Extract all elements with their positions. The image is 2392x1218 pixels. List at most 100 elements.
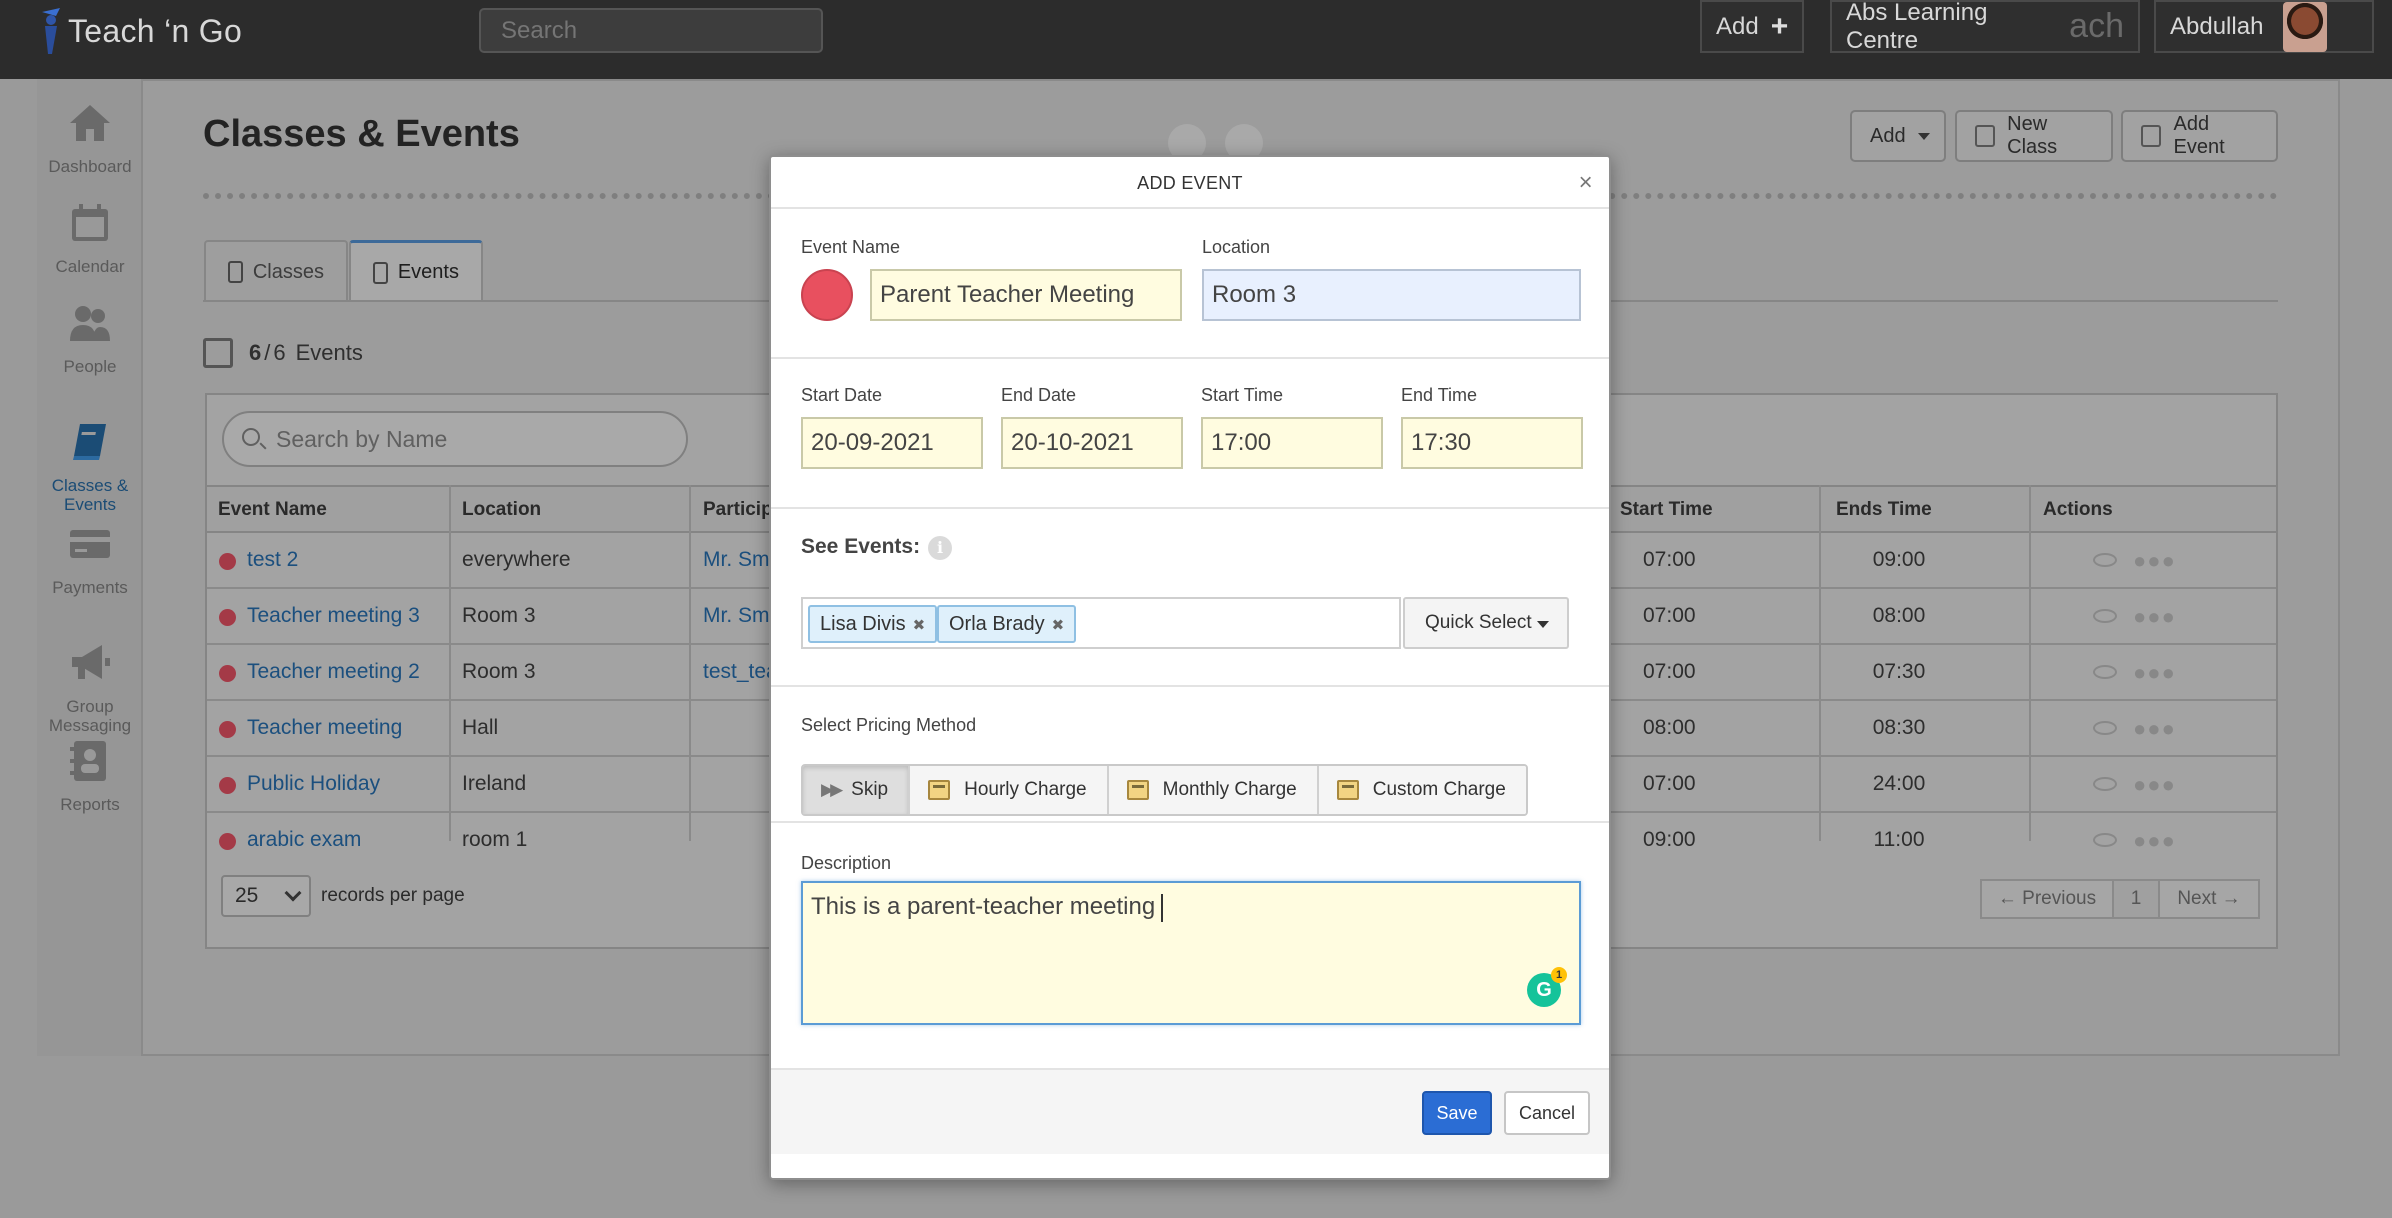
grammarly-icon[interactable]: G 1: [1527, 967, 1567, 1007]
col-event-name[interactable]: Event Name: [218, 487, 327, 533]
event-name-link[interactable]: Teacher meeting 2: [247, 645, 420, 699]
dialog-footer: Save Cancel: [771, 1068, 1609, 1154]
event-name-link[interactable]: arabic exam: [247, 813, 361, 867]
eye-icon[interactable]: [2093, 609, 2117, 623]
participant-tag-label: Orla Brady: [949, 613, 1045, 635]
pricing-custom-button[interactable]: Custom Charge: [1318, 766, 1526, 814]
megaphone-icon: [72, 645, 110, 679]
more-icon[interactable]: ●●●: [2133, 548, 2176, 574]
participants-tag-input[interactable]: Lisa Divis ✖ Orla Brady ✖: [801, 597, 1401, 649]
participant-tag: Lisa Divis ✖: [808, 605, 938, 643]
info-icon[interactable]: i: [928, 536, 952, 560]
description-textarea[interactable]: This is a parent-teacher meeting G 1: [801, 881, 1581, 1025]
close-icon[interactable]: ×: [1579, 157, 1593, 209]
start-date-input[interactable]: 20-09-2021: [801, 417, 983, 469]
tab-classes-label: Classes: [252, 260, 324, 283]
participant-tag-label: Lisa Divis: [820, 613, 906, 635]
more-icon[interactable]: ●●●: [2133, 716, 2176, 742]
save-button[interactable]: Save: [1422, 1091, 1492, 1135]
event-end: 24:00: [1872, 772, 1926, 795]
eye-icon[interactable]: [2093, 721, 2117, 735]
event-color-dot: [219, 721, 236, 738]
add-event-button[interactable]: Add Event: [2121, 110, 2278, 162]
people-icon: [70, 306, 110, 341]
calculator-icon: [1126, 780, 1149, 800]
event-name-link[interactable]: Teacher meeting 3: [247, 589, 420, 643]
col-start-time[interactable]: Start Time: [1620, 487, 1713, 533]
sidebar-item-label: Group Messaging: [48, 697, 132, 735]
col-ends-time[interactable]: Ends Time: [1836, 487, 1932, 533]
pricing-skip-button[interactable]: ▶▶ Skip: [803, 766, 911, 814]
sidebar-item-people[interactable]: People: [37, 301, 143, 376]
event-name-link[interactable]: test 2: [247, 533, 298, 587]
remove-tag-icon[interactable]: ✖: [913, 617, 926, 634]
col-location[interactable]: Location: [462, 487, 541, 533]
remove-tag-icon[interactable]: ✖: [1052, 617, 1065, 634]
eye-icon[interactable]: [2093, 777, 2117, 791]
eye-icon[interactable]: [2093, 553, 2117, 567]
event-start: 09:00: [1643, 828, 1696, 851]
top-add-button[interactable]: Add +: [1700, 0, 1804, 53]
per-page-value: 25: [235, 884, 259, 907]
end-time-input[interactable]: 17:30: [1401, 417, 1583, 469]
description-text: This is a parent-teacher meeting: [811, 893, 1156, 920]
next-page-button[interactable]: Next →: [2158, 879, 2260, 919]
eye-icon[interactable]: [2093, 665, 2117, 679]
sidebar-item-payments[interactable]: Payments: [37, 522, 143, 597]
book-icon: [228, 261, 243, 283]
add-event-label: Add Event: [2173, 113, 2225, 158]
start-date-label: Start Date: [801, 385, 883, 405]
event-name-link[interactable]: Public Holiday: [247, 757, 380, 811]
event-color-picker[interactable]: [801, 269, 853, 321]
table-search-input[interactable]: Search by Name: [222, 411, 688, 467]
event-location: Room 3: [462, 660, 536, 683]
event-location: everywhere: [462, 548, 571, 571]
col-participants[interactable]: Particip: [703, 487, 773, 533]
event-participants[interactable]: test_tea: [703, 645, 778, 699]
plus-icon: +: [1770, 9, 1789, 43]
sidebar-item-group-messaging[interactable]: Group Messaging: [37, 622, 143, 754]
sidebar-item-dashboard[interactable]: Dashboard: [37, 101, 143, 176]
page-add-label: Add: [1870, 124, 1906, 147]
event-start: 07:00: [1643, 660, 1696, 683]
new-class-button[interactable]: New Class: [1955, 110, 2113, 162]
pricing-label: Select Pricing Method: [801, 715, 977, 735]
eye-icon[interactable]: [2093, 833, 2117, 847]
event-participants[interactable]: Mr. Smi: [703, 533, 774, 587]
count-separator: /: [264, 340, 271, 365]
more-icon[interactable]: ●●●: [2133, 772, 2176, 798]
end-date-input[interactable]: 20-10-2021: [1001, 417, 1183, 469]
event-end: 08:00: [1872, 604, 1926, 627]
previous-page-button[interactable]: ← Previous: [1980, 879, 2114, 919]
location-input[interactable]: Room 3: [1202, 269, 1581, 321]
event-participants[interactable]: Mr. Smi: [703, 589, 774, 643]
more-icon[interactable]: ●●●: [2133, 660, 2176, 686]
tab-events[interactable]: Events: [349, 240, 483, 302]
more-icon[interactable]: ●●●: [2133, 604, 2176, 630]
grammarly-badge: 1: [1551, 967, 1567, 983]
sidebar-item-calendar[interactable]: Calendar: [37, 201, 143, 276]
pricing-hourly-button[interactable]: Hourly Charge: [910, 766, 1109, 814]
more-icon[interactable]: ●●●: [2133, 828, 2176, 854]
pricing-monthly-button[interactable]: Monthly Charge: [1108, 766, 1319, 814]
tab-classes[interactable]: Classes: [204, 240, 348, 302]
quick-select-button[interactable]: Quick Select: [1403, 597, 1569, 649]
brand-logo[interactable]: Teach ‘n Go: [38, 8, 242, 54]
event-color-dot: [219, 777, 236, 794]
user-menu[interactable]: Abdullah: [2154, 0, 2374, 53]
avatar: [2283, 1, 2328, 52]
records-per-page-select[interactable]: 25: [221, 875, 311, 917]
event-name-input[interactable]: Parent Teacher Meeting: [870, 269, 1182, 321]
sidebar-item-classes-events[interactable]: Classes & Events: [37, 401, 143, 533]
centre-name: Abs Learning Centre: [1846, 0, 1988, 54]
count-total: 6: [273, 340, 286, 365]
global-search-input[interactable]: [479, 8, 823, 53]
start-time-input[interactable]: 17:00: [1201, 417, 1383, 469]
caret-down-icon: [1537, 621, 1549, 628]
page-add-dropdown[interactable]: Add: [1850, 110, 1946, 162]
sidebar-item-reports[interactable]: Reports: [37, 739, 143, 814]
event-name-link[interactable]: Teacher meeting: [247, 701, 402, 755]
current-page[interactable]: 1: [2112, 879, 2160, 919]
centre-switcher[interactable]: Abs Learning Centre ach: [1830, 0, 2140, 54]
cancel-button[interactable]: Cancel: [1504, 1091, 1590, 1135]
